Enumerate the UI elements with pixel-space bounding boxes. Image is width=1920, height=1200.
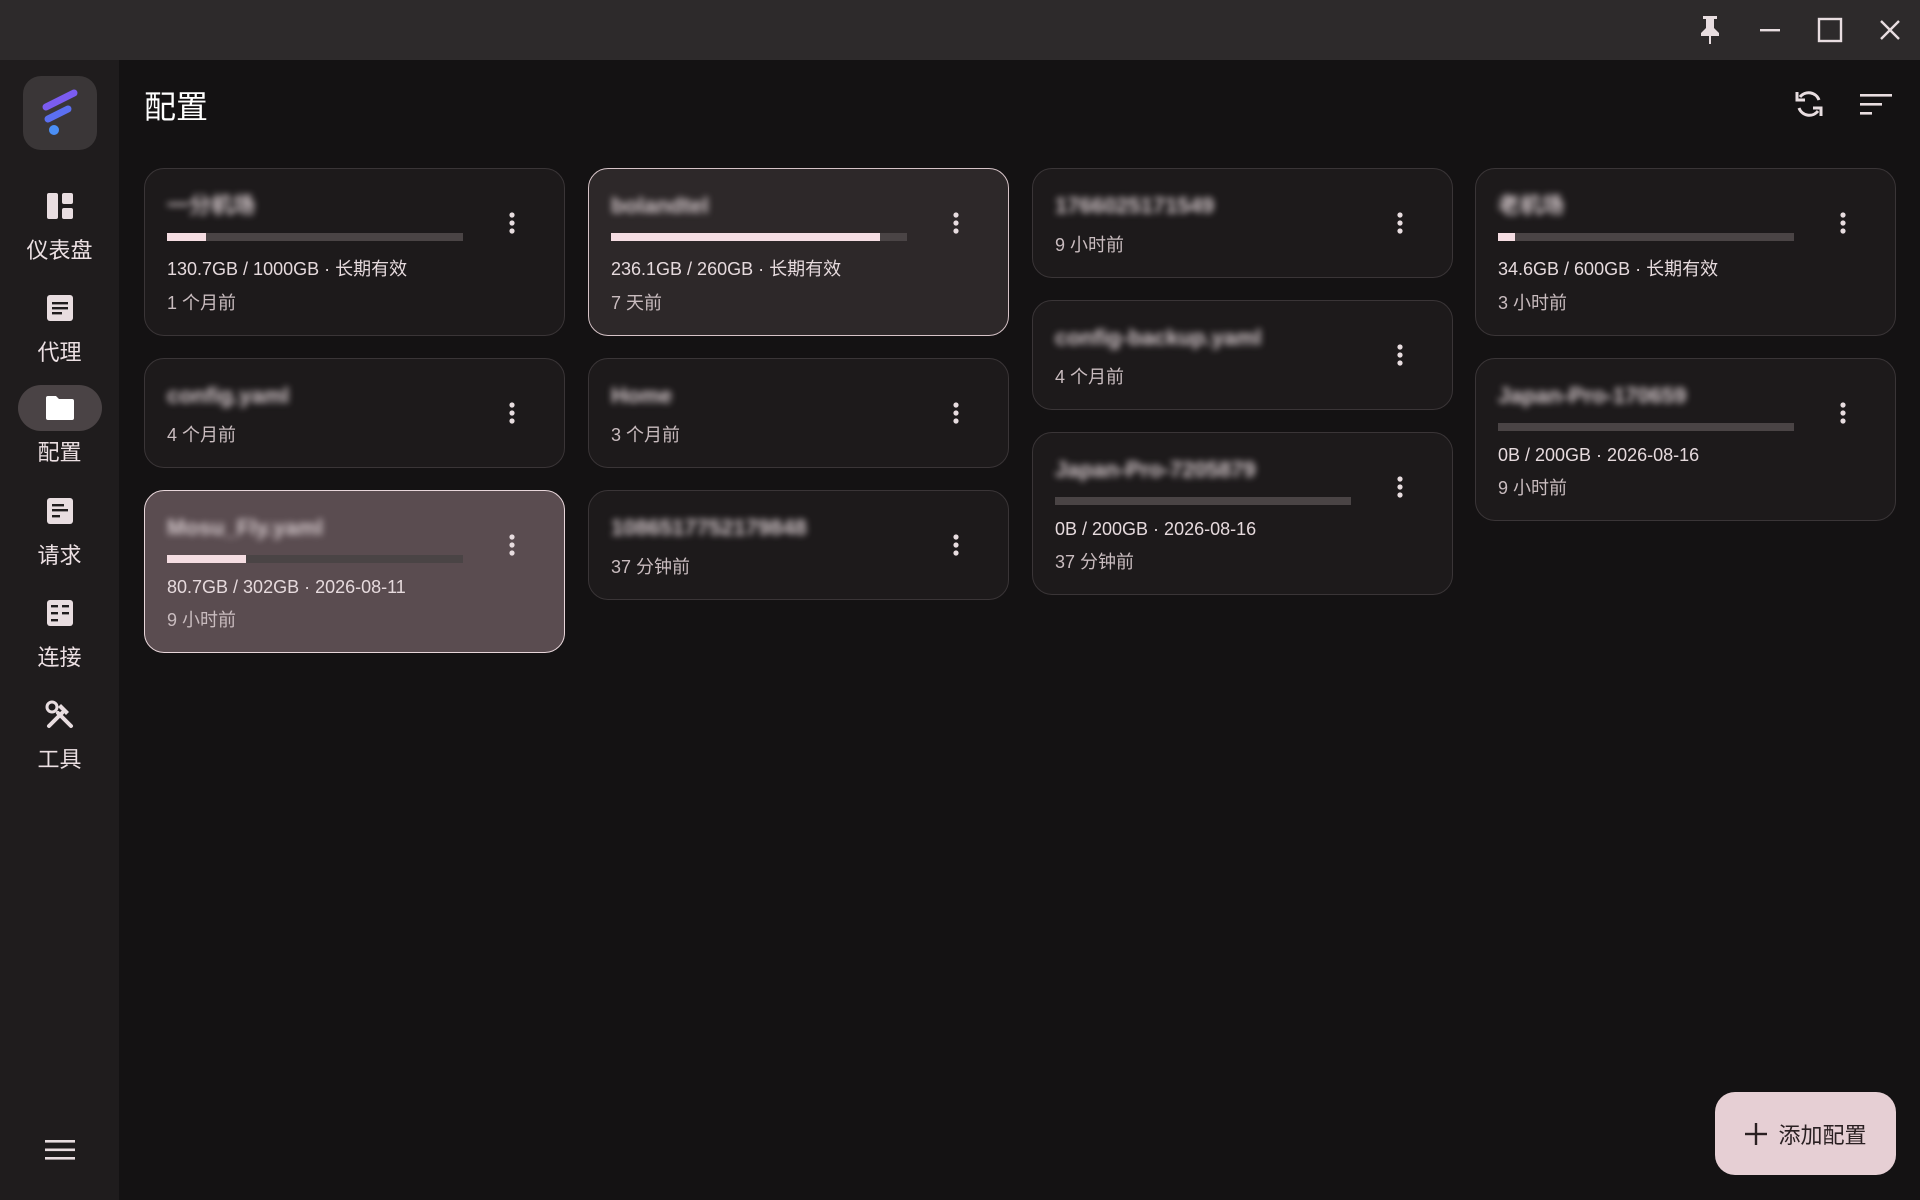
- add-profile-button[interactable]: 添加配置: [1715, 1092, 1896, 1175]
- profile-card[interactable]: 一分机场 130.7GB / 1000GB · 长期有效 1 个月前: [144, 168, 565, 336]
- sidebar-item-connections[interactable]: 连接: [0, 590, 119, 682]
- profile-name: Japan-Pro-7205879: [1055, 457, 1256, 482]
- profile-usage-info: 130.7GB / 1000GB · 长期有效: [167, 259, 408, 279]
- profile-updated-time: 9 小时前: [1055, 235, 1125, 255]
- tools-icon: [18, 692, 102, 738]
- profile-updated-time: 37 分钟前: [1055, 552, 1135, 572]
- maximize-icon[interactable]: [1810, 10, 1850, 50]
- sidebar: 仪表盘 代理 配置 请求 连接 工具: [0, 60, 119, 1200]
- profile-updated-time: 1 个月前: [167, 293, 237, 313]
- more-vert-icon[interactable]: [944, 203, 968, 243]
- more-vert-icon[interactable]: [500, 525, 524, 565]
- profile-card[interactable]: Home 3 个月前: [588, 358, 1009, 468]
- profile-updated-time: 9 小时前: [1498, 478, 1568, 498]
- more-vert-icon[interactable]: [944, 393, 968, 433]
- minimize-icon[interactable]: [1750, 10, 1790, 50]
- profile-updated-time: 7 天前: [611, 293, 663, 313]
- profile-updated-time: 4 个月前: [1055, 367, 1125, 387]
- profile-updated-time: 3 个月前: [611, 425, 681, 445]
- profile-name: 1766025171549: [1055, 193, 1215, 218]
- plus-icon: [1745, 1122, 1768, 1145]
- page-title: 配置: [144, 89, 209, 125]
- sidebar-item-tools[interactable]: 工具: [0, 692, 119, 784]
- profile-updated-time: 4 个月前: [167, 425, 237, 445]
- profile-updated-time: 3 小时前: [1498, 293, 1568, 313]
- profile-card[interactable]: Japan-Pro-170659 0B / 200GB · 2026-08-16…: [1475, 358, 1896, 521]
- profile-name: Home: [611, 383, 673, 408]
- pin-icon[interactable]: [1690, 10, 1730, 50]
- requests-icon: [18, 488, 102, 534]
- sidebar-item-label: 请求: [37, 543, 82, 568]
- sidebar-item-proxy[interactable]: 代理: [0, 285, 119, 377]
- profile-card[interactable]: 老机场 34.6GB / 600GB · 长期有效 3 小时前: [1475, 168, 1896, 336]
- usage-bar: [1498, 233, 1794, 241]
- profile-name: config.yaml: [167, 383, 290, 408]
- more-vert-icon[interactable]: [500, 203, 524, 243]
- profile-card[interactable]: config-backup.yaml 4 个月前: [1032, 300, 1453, 410]
- profile-card[interactable]: bolandtel 236.1GB / 260GB · 长期有效 7 天前: [588, 168, 1009, 336]
- profile-column: bolandtel 236.1GB / 260GB · 长期有效 7 天前 Ho…: [588, 168, 1009, 600]
- menu-icon[interactable]: [40, 1130, 80, 1170]
- more-vert-icon[interactable]: [1388, 467, 1412, 507]
- sidebar-item-label: 工具: [37, 747, 82, 772]
- profile-updated-time: 9 小时前: [167, 610, 237, 630]
- more-vert-icon[interactable]: [1831, 203, 1855, 243]
- profile-usage-info: 34.6GB / 600GB · 长期有效: [1498, 259, 1719, 279]
- profile-card-active[interactable]: Mosu_Fly.yaml 80.7GB / 302GB · 2026-08-1…: [144, 490, 565, 653]
- add-profile-label: 添加配置: [1778, 1122, 1867, 1148]
- profile-name: Japan-Pro-170659: [1498, 383, 1687, 408]
- connections-icon: [18, 590, 102, 636]
- profile-name: 老机场: [1498, 193, 1565, 218]
- profile-usage-info: 236.1GB / 260GB · 长期有效: [611, 259, 842, 279]
- folder-icon: [17, 385, 102, 431]
- app-logo: [23, 76, 97, 150]
- close-icon[interactable]: [1870, 10, 1910, 50]
- more-vert-icon[interactable]: [944, 525, 968, 565]
- profile-column: 一分机场 130.7GB / 1000GB · 长期有效 1 个月前 confi…: [144, 168, 565, 653]
- usage-bar: [167, 233, 463, 241]
- profile-card[interactable]: 1086517752179848 37 分钟前: [588, 490, 1009, 600]
- sidebar-item-label: 代理: [37, 340, 82, 365]
- profile-card[interactable]: 1766025171549 9 小时前: [1032, 168, 1453, 278]
- usage-bar: [611, 233, 907, 241]
- profile-name: 1086517752179848: [611, 515, 807, 540]
- proxy-icon: [18, 285, 102, 331]
- more-vert-icon[interactable]: [500, 393, 524, 433]
- profile-column: 老机场 34.6GB / 600GB · 长期有效 3 小时前 Japan-Pr…: [1475, 168, 1896, 521]
- profile-name: bolandtel: [611, 193, 709, 218]
- sidebar-item-requests[interactable]: 请求: [0, 488, 119, 580]
- more-vert-icon[interactable]: [1388, 203, 1412, 243]
- profile-name: 一分机场: [167, 193, 256, 218]
- usage-bar: [167, 555, 463, 563]
- sidebar-item-label: 配置: [37, 440, 82, 465]
- usage-bar: [1055, 497, 1351, 505]
- more-vert-icon[interactable]: [1388, 335, 1412, 375]
- title-bar: [0, 0, 1920, 60]
- sidebar-item-label: 仪表盘: [26, 238, 93, 263]
- profile-updated-time: 37 分钟前: [611, 557, 691, 577]
- sidebar-item-dashboard[interactable]: 仪表盘: [0, 183, 119, 275]
- sort-icon[interactable]: [1854, 82, 1898, 126]
- dashboard-icon: [18, 183, 102, 229]
- profile-name: Mosu_Fly.yaml: [167, 515, 324, 540]
- profile-usage-info: 0B / 200GB · 2026-08-16: [1055, 519, 1257, 539]
- sync-icon[interactable]: [1787, 82, 1831, 126]
- profile-card[interactable]: config.yaml 4 个月前: [144, 358, 565, 468]
- more-vert-icon[interactable]: [1831, 393, 1855, 433]
- profile-name: config-backup.yaml: [1055, 325, 1262, 350]
- profile-card[interactable]: Japan-Pro-7205879 0B / 200GB · 2026-08-1…: [1032, 432, 1453, 595]
- profile-column: 1766025171549 9 小时前 config-backup.yaml 4…: [1032, 168, 1453, 595]
- sidebar-item-profiles[interactable]: 配置: [0, 385, 119, 477]
- profile-usage-info: 80.7GB / 302GB · 2026-08-11: [167, 577, 406, 597]
- profile-usage-info: 0B / 200GB · 2026-08-16: [1498, 445, 1700, 465]
- usage-bar: [1498, 423, 1794, 431]
- sidebar-item-label: 连接: [37, 645, 82, 670]
